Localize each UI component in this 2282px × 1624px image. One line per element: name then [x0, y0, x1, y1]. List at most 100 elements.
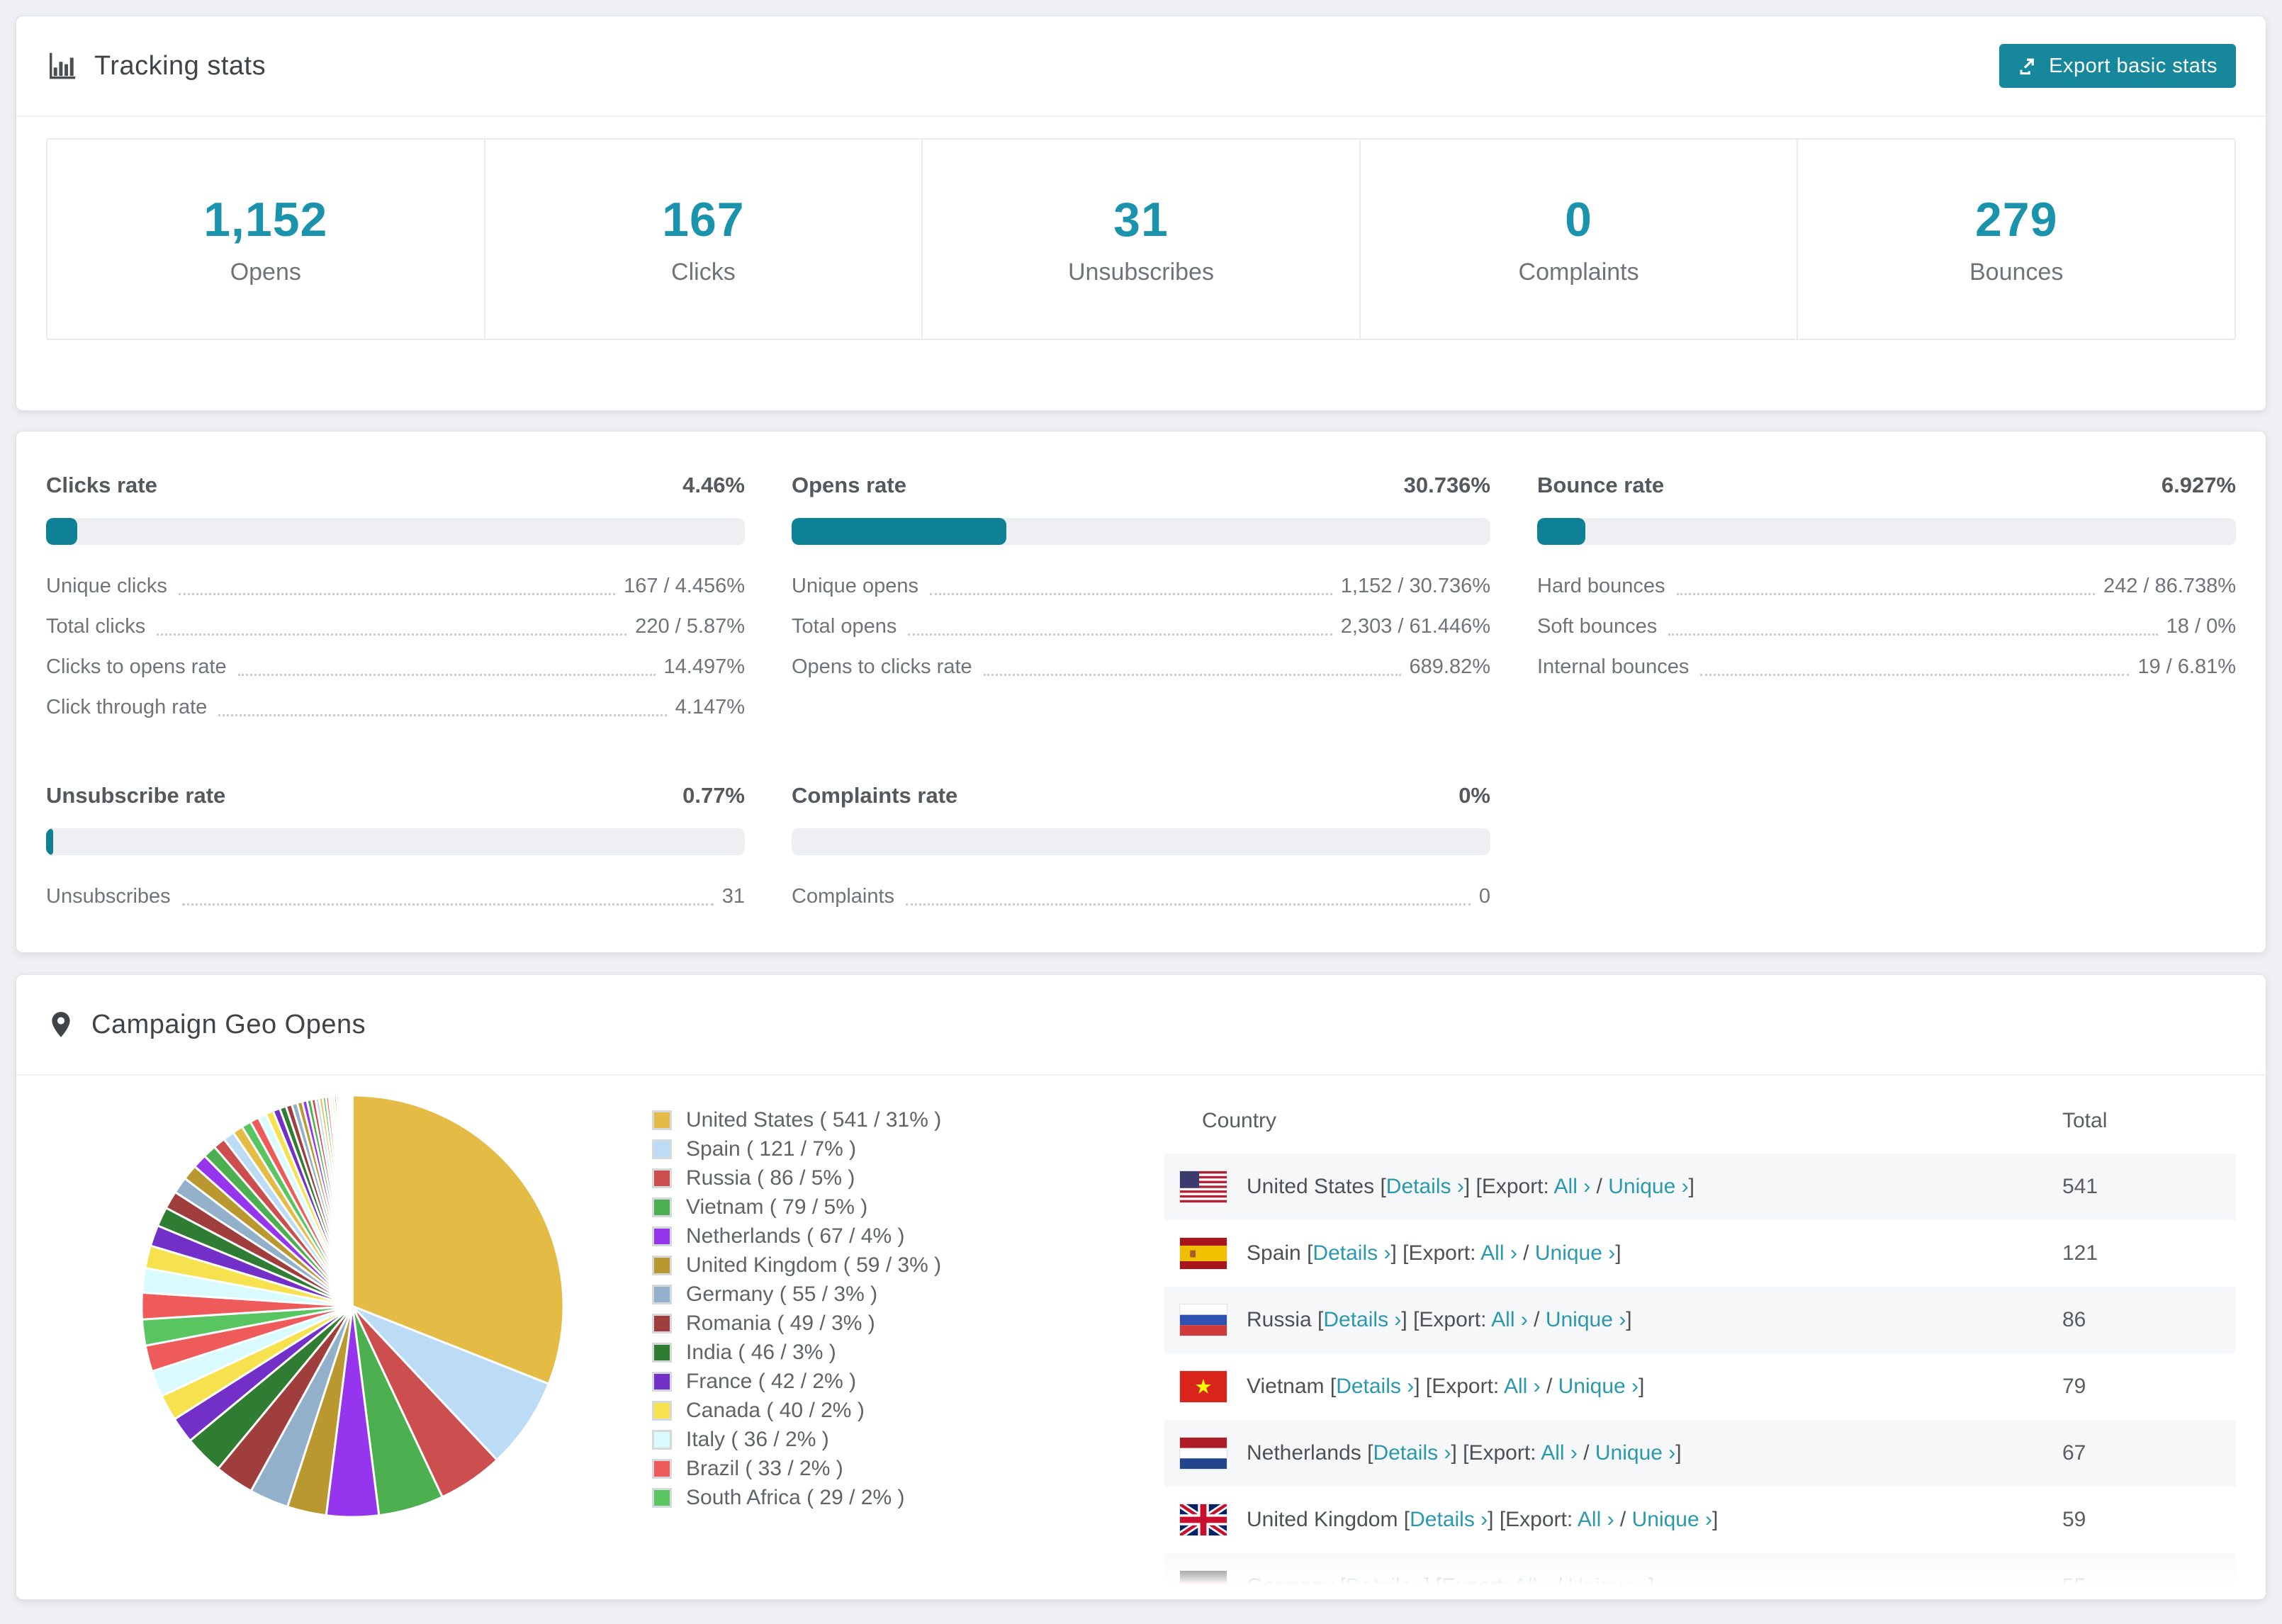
country-cell: Russia [Details ›] [Export: All › / Uniq… [1247, 1308, 1632, 1332]
country-cell-text: ] [Export: [1390, 1241, 1481, 1265]
legend-item[interactable]: Netherlands ( 67 / 4% ) [652, 1222, 941, 1251]
legend-label: United States ( 541 / 31% ) [686, 1107, 942, 1132]
country-total: 67 [2062, 1441, 2086, 1465]
details-link[interactable]: Details › [1336, 1375, 1414, 1398]
dotted-leader [157, 633, 627, 636]
country-cell-text: ] [Export: [1463, 1175, 1554, 1198]
legend-item[interactable]: Brazil ( 33 / 2% ) [652, 1454, 941, 1483]
export-all-link[interactable]: All › [1514, 1574, 1551, 1598]
export-unique-link[interactable]: Unique › [1608, 1175, 1688, 1198]
country-cell-text: / [1517, 1241, 1535, 1265]
legend-item[interactable]: Germany ( 55 / 3% ) [652, 1280, 941, 1309]
progress-bar-track [1537, 518, 2236, 545]
legend-swatch [652, 1313, 672, 1333]
legend-item[interactable]: United States ( 541 / 31% ) [652, 1105, 941, 1134]
legend-label: South Africa ( 29 / 2% ) [686, 1485, 905, 1509]
us-flag-icon [1180, 1171, 1247, 1202]
column-total: Total [2062, 1109, 2108, 1132]
country-cell-text: ] [Export: [1424, 1574, 1514, 1598]
export-all-link[interactable]: All › [1541, 1441, 1578, 1465]
de-flag-icon [1180, 1571, 1247, 1599]
pie-slice-other[interactable] [350, 1094, 354, 1307]
legend-item[interactable]: Italy ( 36 / 2% ) [652, 1425, 941, 1454]
export-all-link[interactable]: All › [1491, 1308, 1528, 1331]
details-link[interactable]: Details › [1313, 1241, 1390, 1265]
legend-swatch [652, 1429, 672, 1450]
legend-item[interactable]: Romania ( 49 / 3% ) [652, 1309, 941, 1338]
rate-detail-row: Internal bounces 19 / 6.81% [1537, 647, 2236, 687]
geo-legend: United States ( 541 / 31% ) Spain ( 121 /… [652, 1105, 941, 1512]
legend-swatch [652, 1139, 672, 1159]
summary-stat-label: Clicks [671, 259, 736, 286]
details-link[interactable]: Details › [1323, 1308, 1401, 1331]
export-unique-link[interactable]: Unique › [1632, 1508, 1712, 1531]
dotted-leader [908, 633, 1332, 636]
rate-detail-value: 18 / 0% [2166, 615, 2236, 638]
rate-detail-label: Total clicks [46, 615, 146, 638]
progress-bar-fill [1537, 518, 1586, 545]
legend-item[interactable]: India ( 46 / 3% ) [652, 1338, 941, 1367]
legend-item[interactable]: Vietnam ( 79 / 5% ) [652, 1192, 941, 1222]
progress-bar-track [46, 828, 745, 855]
export-basic-stats-button[interactable]: Export basic stats [1999, 44, 2236, 88]
rate-detail-value: 220 / 5.87% [635, 615, 745, 638]
dotted-leader [906, 903, 1471, 906]
rate-detail-row: Click through rate 4.147% [46, 687, 745, 728]
rate-detail-value: 0 [1478, 885, 1490, 908]
country-total: 59 [2062, 1508, 2086, 1531]
dotted-leader [1668, 633, 2158, 636]
legend-item[interactable]: Canada ( 40 / 2% ) [652, 1396, 941, 1425]
rate-value: 4.46% [682, 473, 745, 497]
details-link[interactable]: Details › [1410, 1508, 1488, 1531]
export-unique-link[interactable]: Unique › [1568, 1574, 1648, 1598]
legend-item[interactable]: Russia ( 86 / 5% ) [652, 1163, 941, 1192]
details-link[interactable]: Details › [1386, 1175, 1464, 1198]
legend-item[interactable]: United Kingdom ( 59 / 3% ) [652, 1251, 941, 1280]
summary-stat-cell: 1,152 Opens [47, 140, 485, 339]
rate-title: Bounce rate [1537, 473, 1665, 497]
legend-label: Brazil ( 33 / 2% ) [686, 1456, 843, 1480]
export-unique-link[interactable]: Unique › [1595, 1441, 1675, 1465]
rate-detail-label: Clicks to opens rate [46, 655, 227, 678]
geo-table-body: United States [Details ›] [Export: All ›… [1164, 1154, 2236, 1599]
details-link[interactable]: Details › [1373, 1441, 1451, 1465]
export-unique-link[interactable]: Unique › [1546, 1308, 1626, 1331]
geo-pie-chart[interactable] [135, 1088, 570, 1524]
dotted-leader [178, 593, 616, 595]
legend-swatch [652, 1226, 672, 1246]
legend-label: Italy ( 36 / 2% ) [686, 1427, 829, 1451]
export-all-link[interactable]: All › [1504, 1375, 1541, 1398]
rate-detail-label: Unique opens [792, 575, 918, 597]
rate-detail-row: Clicks to opens rate 14.497% [46, 647, 745, 687]
geo-table-row: United States [Details ›] [Export: All ›… [1164, 1154, 2236, 1220]
export-all-link[interactable]: All › [1554, 1175, 1591, 1198]
country-cell-text: / [1590, 1175, 1609, 1198]
legend-item[interactable]: France ( 42 / 2% ) [652, 1367, 941, 1396]
legend-label: India ( 46 / 3% ) [686, 1340, 836, 1364]
geo-content: United States ( 541 / 31% ) Spain ( 121 /… [16, 1076, 2266, 1599]
summary-stat-value: 1,152 [203, 193, 328, 247]
summary-stat-cell: 167 Clicks [485, 140, 923, 339]
column-country: Country [1202, 1109, 1277, 1132]
summary-stat-label: Unsubscribes [1067, 259, 1214, 286]
export-unique-link[interactable]: Unique › [1535, 1241, 1615, 1265]
export-all-link[interactable]: All › [1578, 1508, 1614, 1531]
country-cell: United States [Details ›] [Export: All ›… [1247, 1175, 1694, 1199]
export-unique-link[interactable]: Unique › [1558, 1375, 1639, 1398]
rate-detail-row: Complaints 0 [792, 876, 1490, 917]
details-link[interactable]: Details › [1346, 1574, 1424, 1598]
legend-item[interactable]: South Africa ( 29 / 2% ) [652, 1483, 941, 1512]
summary-stat-value: 0 [1565, 193, 1592, 247]
country-cell-text: Vietnam [ [1247, 1375, 1337, 1398]
geo-table-row: Russia [Details ›] [Export: All › / Uniq… [1164, 1287, 2236, 1353]
rate-detail-label: Hard bounces [1537, 575, 1665, 597]
geo-table-row: United Kingdom [Details ›] [Export: All … [1164, 1487, 2236, 1553]
country-total: 55 [2062, 1574, 2086, 1598]
legend-item[interactable]: Spain ( 121 / 7% ) [652, 1134, 941, 1163]
country-cell-text: ] [1615, 1241, 1621, 1265]
legend-swatch [652, 1342, 672, 1363]
country-cell-text: / [1540, 1375, 1558, 1398]
country-cell-text: ] [1639, 1375, 1645, 1398]
export-all-link[interactable]: All › [1480, 1241, 1517, 1265]
progress-bar-fill [792, 518, 1007, 545]
